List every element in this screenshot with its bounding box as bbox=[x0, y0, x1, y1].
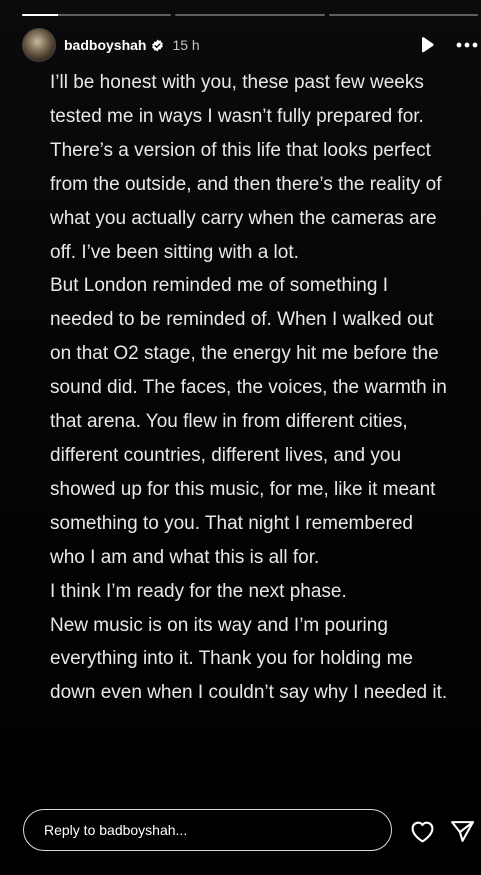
verified-badge-icon bbox=[151, 39, 164, 52]
post-time: 15 h bbox=[172, 37, 200, 53]
bottom-fade-overlay bbox=[0, 730, 481, 820]
header-actions bbox=[416, 34, 478, 56]
avatar[interactable] bbox=[22, 28, 56, 62]
text-paragraph: I’ll be honest with you, these past few … bbox=[50, 72, 442, 263]
story-text: I’ll be honest with you, these past few … bbox=[50, 66, 450, 710]
progress-fill bbox=[22, 14, 58, 16]
story-header: badboyshah 15 h bbox=[22, 28, 478, 62]
play-icon[interactable] bbox=[416, 34, 438, 56]
more-icon[interactable] bbox=[456, 34, 478, 56]
reply-input[interactable]: Reply to badboyshah... bbox=[23, 809, 392, 851]
story-progress-bar bbox=[22, 14, 478, 16]
text-paragraph: But London reminded me of something I ne… bbox=[50, 275, 447, 568]
username[interactable]: badboyshah bbox=[64, 37, 146, 53]
send-icon[interactable] bbox=[449, 818, 475, 844]
text-paragraph: I think I’m ready for the next phase. bbox=[50, 580, 347, 602]
text-paragraph: New music is on its way and I’m pouring … bbox=[50, 614, 448, 704]
story-viewer: badboyshah 15 h I’ll be honest with you,… bbox=[0, 0, 481, 875]
progress-segment bbox=[328, 14, 478, 16]
heart-icon[interactable] bbox=[409, 818, 435, 844]
progress-segment bbox=[175, 14, 325, 16]
progress-segment bbox=[22, 14, 172, 16]
